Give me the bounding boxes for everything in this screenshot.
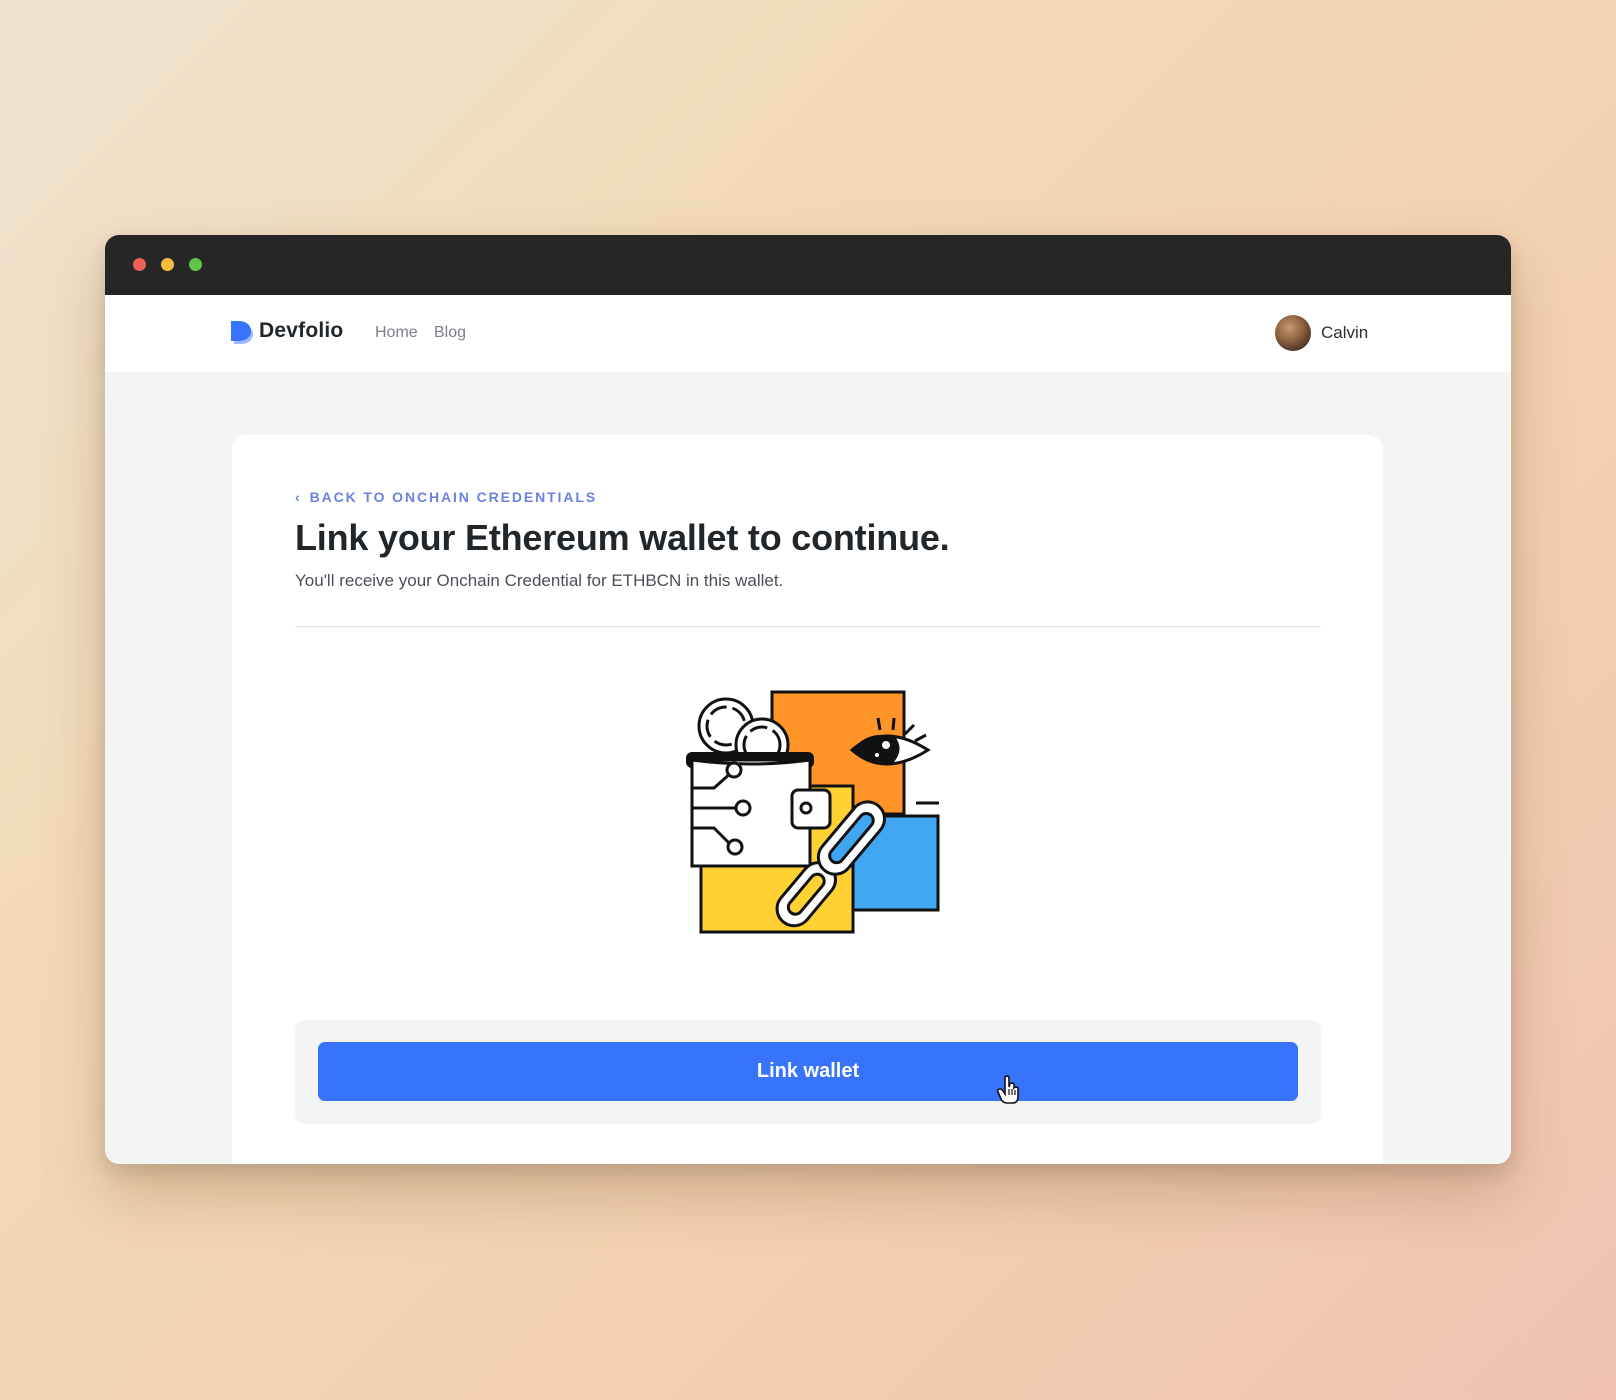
- back-link[interactable]: ‹ BACK TO ONCHAIN CREDENTIALS: [295, 489, 597, 505]
- chevron-left-icon: ‹: [295, 489, 302, 505]
- back-link-label: BACK TO ONCHAIN CREDENTIALS: [309, 489, 598, 505]
- nav-link-home[interactable]: Home: [375, 324, 418, 342]
- user-name[interactable]: Calvin: [1321, 323, 1368, 343]
- maximize-window-button[interactable]: [189, 258, 202, 271]
- action-area: Link wallet: [295, 1020, 1321, 1124]
- devfolio-logo-icon[interactable]: [231, 320, 253, 345]
- top-navbar: Devfolio Home Blog Calvin: [105, 295, 1511, 372]
- hand-cursor-icon: [997, 1075, 1019, 1104]
- wallet-chain-illustration: [686, 690, 940, 934]
- brand-name[interactable]: Devfolio: [259, 319, 343, 343]
- close-window-button[interactable]: [133, 258, 146, 271]
- content-card: ‹ BACK TO ONCHAIN CREDENTIALS Link your E…: [232, 435, 1383, 1164]
- user-avatar[interactable]: [1275, 315, 1311, 351]
- page-title: Link your Ethereum wallet to continue.: [295, 517, 950, 558]
- link-wallet-button[interactable]: Link wallet: [318, 1042, 1298, 1101]
- nav-link-blog[interactable]: Blog: [434, 324, 466, 342]
- browser-window: Devfolio Home Blog Calvin ‹ BACK TO ONCHA…: [105, 235, 1511, 1164]
- page-subtitle: You'll receive your Onchain Credential f…: [295, 571, 784, 590]
- divider: [295, 626, 1321, 627]
- window-titlebar: [105, 235, 1511, 295]
- minimize-window-button[interactable]: [161, 258, 174, 271]
